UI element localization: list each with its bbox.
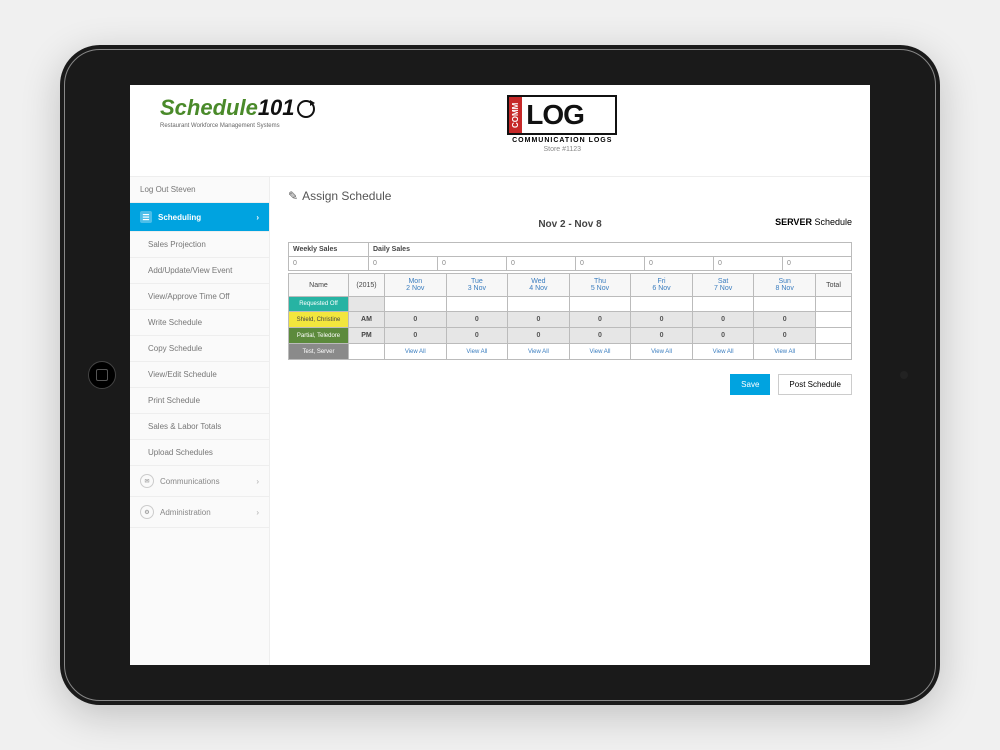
col-total: Total (816, 274, 852, 297)
header: Schedule101 Restaurant Workforce Managem… (130, 85, 870, 177)
sidebar-label: Communications (160, 477, 220, 486)
sidebar-item-scheduling[interactable]: ☰ Scheduling › (130, 203, 269, 232)
tablet-frame: Schedule101 Restaurant Workforce Managem… (60, 45, 940, 705)
chevron-right-icon: › (256, 213, 259, 222)
daily-sales-val: 0 (714, 257, 783, 271)
view-all-link[interactable]: View All (446, 344, 508, 360)
shift-cell (349, 344, 385, 360)
chat-icon: ✉ (140, 474, 154, 488)
table-row: Requested Off (289, 297, 852, 312)
sidebar-item-administration[interactable]: ⚙ Administration › (130, 497, 269, 528)
daily-sales-val: 0 (783, 257, 852, 271)
chevron-right-icon: › (256, 477, 259, 486)
col-day: Wed4 Nov (508, 274, 570, 297)
daily-sales-val: 0 (507, 257, 576, 271)
col-day: Thu5 Nov (569, 274, 631, 297)
server-schedule-label: SERVER Schedule (775, 217, 852, 227)
calendar-icon: ☰ (140, 211, 152, 223)
sales-table: Weekly Sales Daily Sales 0 0 0 0 0 0 0 0 (288, 242, 852, 271)
tablet-home-button[interactable] (88, 361, 116, 389)
row-name: Shield, Christine (289, 312, 349, 328)
daily-sales-val: 0 (645, 257, 714, 271)
col-year: (2015) (349, 274, 385, 297)
daily-sales-val: 0 (369, 257, 438, 271)
shift-cell: PM (349, 328, 385, 344)
col-day: Mon2 Nov (385, 274, 447, 297)
view-all-link[interactable]: View All (508, 344, 570, 360)
gear-icon: ⚙ (140, 505, 154, 519)
view-all-link[interactable]: View All (569, 344, 631, 360)
store-number: Store #1123 (507, 146, 617, 153)
weekly-sales-val: 0 (289, 257, 369, 271)
col-day: Tue3 Nov (446, 274, 508, 297)
sidebar-item-upload-schedules[interactable]: Upload Schedules (130, 440, 269, 466)
logo-number: 101 (258, 95, 295, 120)
save-button[interactable]: Save (730, 374, 770, 395)
row-name: Test, Server (289, 344, 349, 360)
main-panel: Assign Schedule Nov 2 - Nov 8 SERVER Sch… (270, 177, 870, 665)
commlog-subtitle: COMMUNICATION LOGS (507, 137, 617, 144)
sidebar-item-time-off[interactable]: View/Approve Time Off (130, 284, 269, 310)
daily-sales-val: 0 (438, 257, 507, 271)
view-all-link[interactable]: View All (692, 344, 754, 360)
daily-sales-header: Daily Sales (369, 243, 852, 257)
sidebar-item-add-event[interactable]: Add/Update/View Event (130, 258, 269, 284)
col-day: Fri6 Nov (631, 274, 693, 297)
page-title: Assign Schedule (288, 189, 852, 203)
weekly-sales-header: Weekly Sales (289, 243, 369, 257)
action-buttons: Save Post Schedule (288, 374, 852, 395)
shift-cell: AM (349, 312, 385, 328)
col-name: Name (289, 274, 349, 297)
logo-tagline: Restaurant Workforce Management Systems (160, 123, 315, 129)
schedule-table: Name (2015) Mon2 Nov Tue3 Nov Wed4 Nov T… (288, 273, 852, 360)
commlog-vertical: COMM (509, 97, 522, 133)
sidebar-label: Administration (160, 508, 211, 517)
sidebar-item-print-schedule[interactable]: Print Schedule (130, 388, 269, 414)
sidebar-item-view-edit-schedule[interactable]: View/Edit Schedule (130, 362, 269, 388)
sidebar-item-write-schedule[interactable]: Write Schedule (130, 310, 269, 336)
schedule101-logo: Schedule101 Restaurant Workforce Managem… (160, 95, 315, 129)
post-schedule-button[interactable]: Post Schedule (778, 374, 852, 395)
table-row: Shield, Christine AM 0 0 0 0 0 0 0 (289, 312, 852, 328)
sidebar-logout[interactable]: Log Out Steven (130, 177, 269, 203)
sidebar-label: Scheduling (158, 213, 201, 222)
col-day: Sun8 Nov (754, 274, 816, 297)
content: Log Out Steven ☰ Scheduling › Sales Proj… (130, 177, 870, 665)
logo-text: Schedule (160, 95, 258, 120)
chevron-right-icon: › (256, 508, 259, 517)
shift-cell (349, 297, 385, 312)
daily-sales-val: 0 (576, 257, 645, 271)
commlog-text: LOG (522, 99, 584, 131)
sidebar-item-copy-schedule[interactable]: Copy Schedule (130, 336, 269, 362)
row-name: Requested Off (289, 297, 349, 312)
table-row: Test, Server View All View All View All … (289, 344, 852, 360)
date-range: Nov 2 - Nov 8 (288, 219, 852, 230)
view-all-link[interactable]: View All (631, 344, 693, 360)
view-all-link[interactable]: View All (754, 344, 816, 360)
sidebar: Log Out Steven ☰ Scheduling › Sales Proj… (130, 177, 270, 665)
col-day: Sat7 Nov (692, 274, 754, 297)
refresh-icon (297, 100, 315, 118)
sidebar-item-sales-projection[interactable]: Sales Projection (130, 232, 269, 258)
sidebar-item-sales-labor[interactable]: Sales & Labor Totals (130, 414, 269, 440)
screen: Schedule101 Restaurant Workforce Managem… (130, 85, 870, 665)
commlog-logo: COMM LOG COMMUNICATION LOGS Store #1123 (507, 95, 657, 153)
table-row: Partial, Teledore PM 0 0 0 0 0 0 0 (289, 328, 852, 344)
tablet-camera (900, 371, 908, 379)
sidebar-item-communications[interactable]: ✉ Communications › (130, 466, 269, 497)
view-all-link[interactable]: View All (385, 344, 447, 360)
row-name: Partial, Teledore (289, 328, 349, 344)
